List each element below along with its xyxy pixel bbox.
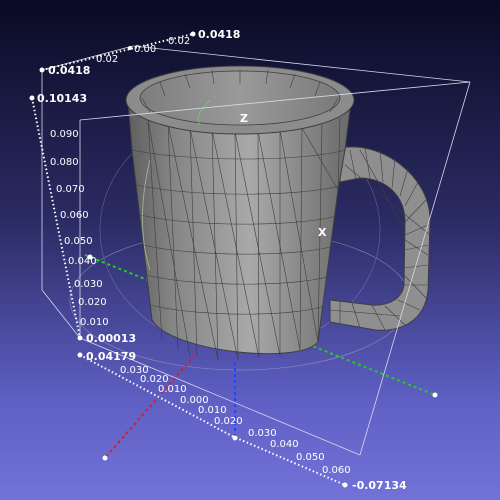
front-left-ruler: 0.04179 0.030 0.020 0.010 0.000 0.010 0.…: [77, 350, 243, 437]
front-left-tick: 0.010: [198, 405, 227, 416]
vertical-tick: 0.010: [80, 317, 109, 328]
vertical-ruler-min: 0.00013: [86, 332, 136, 345]
y-axis-line: [102, 354, 196, 461]
vertical-tick: 0.080: [50, 157, 79, 168]
mug-body: [125, 65, 355, 361]
vertical-tick: 0.060: [60, 210, 89, 221]
top-ruler-min: 0.0418: [48, 64, 90, 77]
front-left-tick: 0.010: [158, 384, 187, 395]
bottom-tick: 0.040: [270, 439, 299, 450]
vertical-tick: 0.090: [50, 129, 79, 140]
scene-canvas[interactable]: X Z 0.0418 0.0418 0.02 0.00 0.02 0.10143…: [0, 0, 500, 500]
bottom-ruler-min: -0.07134: [352, 479, 407, 492]
x-axis-label: X: [318, 226, 327, 239]
vertical-ruler: 0.10143 0.00013 0.090 0.080 0.070 0.060 …: [29, 92, 136, 345]
vertical-tick: 0.040: [68, 256, 97, 267]
vertical-tick: 0.020: [78, 297, 107, 308]
top-tick: 0.00: [134, 44, 156, 55]
vertical-tick: 0.030: [74, 279, 103, 290]
z-axis-label: Z: [240, 112, 248, 125]
top-tick: 0.02: [96, 54, 118, 65]
bottom-tick: 0.030: [248, 428, 277, 439]
vertical-ruler-max: 0.10143: [37, 92, 87, 105]
vertical-tick: 0.070: [56, 184, 85, 195]
mug-handle: [329, 146, 431, 331]
top-tick: 0.02: [168, 36, 190, 47]
z-axis-line: [232, 362, 238, 441]
top-ruler-max: 0.0418: [198, 28, 240, 41]
front-left-ruler-max: 0.04179: [86, 350, 136, 363]
bottom-tick: 0.050: [296, 452, 325, 463]
front-left-tick: 0.020: [214, 416, 243, 427]
bottom-tick: 0.060: [322, 465, 351, 476]
vertical-tick: 0.050: [64, 236, 93, 247]
bottom-ruler: -0.07134 0.030 0.040 0.050 0.060: [231, 428, 407, 492]
3d-viewport[interactable]: X Z 0.0418 0.0418 0.02 0.00 0.02 0.10143…: [0, 0, 500, 500]
